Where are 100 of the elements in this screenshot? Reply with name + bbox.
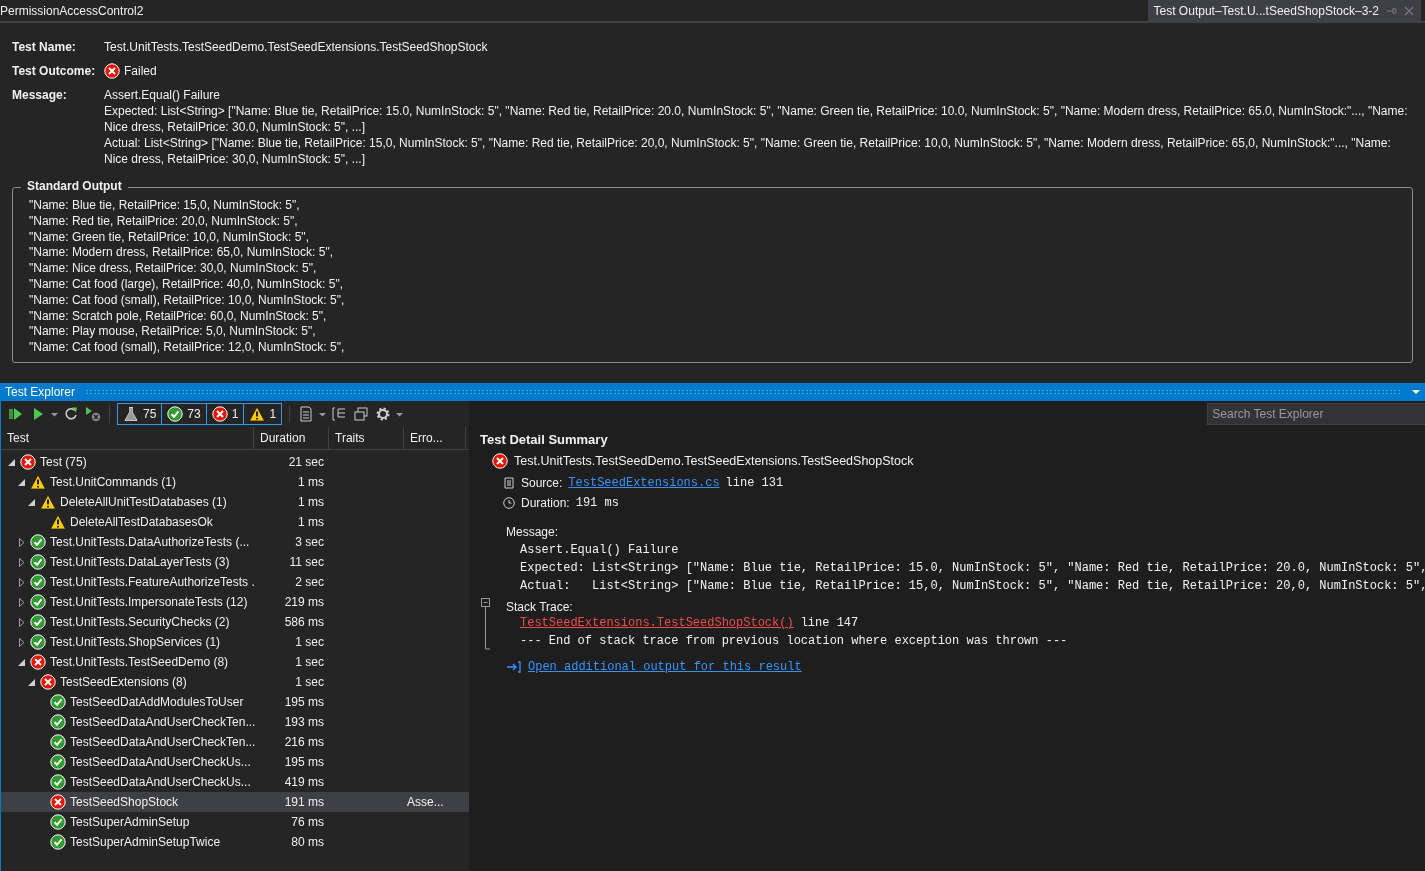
test-name: TestSeedExtensions (8) xyxy=(60,675,187,689)
collapsed-arrow-icon[interactable] xyxy=(17,577,26,587)
test-row[interactable]: TestSeedDataAndUserCheckTen... 193 ms xyxy=(1,712,469,732)
window-title: PermissionAccessControl2 xyxy=(0,3,144,18)
field-label: Message: xyxy=(12,87,68,104)
duration: 3 sec xyxy=(294,535,325,549)
field-label: Message: xyxy=(506,525,560,541)
duration: 586 ms xyxy=(283,615,325,629)
duration: 219 ms xyxy=(283,595,325,609)
dropdown-icon[interactable] xyxy=(1412,389,1420,395)
open-output-link[interactable]: Open additional output for this result xyxy=(528,660,802,674)
test-name: TestSeedDataAndUserCheckUs... xyxy=(70,755,251,769)
collapsed-arrow-icon[interactable] xyxy=(17,537,26,547)
message-line: Assert.Equal() Failure xyxy=(520,543,680,559)
test-row[interactable]: DeleteAllTestDatabasesOk 1 ms xyxy=(1,512,469,532)
duration: 419 ms xyxy=(283,775,325,789)
collapse-icon[interactable] xyxy=(481,598,491,650)
filter-counter[interactable]: 75 xyxy=(118,404,162,424)
duration: 2 sec xyxy=(294,575,325,589)
duration-value: 191 ms xyxy=(575,496,619,510)
flask-icon xyxy=(123,406,139,422)
expanded-arrow-icon[interactable] xyxy=(27,497,36,507)
document-icon xyxy=(503,477,515,489)
test-row[interactable]: DeleteAllUnitTestDatabases (1) 1 ms xyxy=(1,492,469,512)
test-name: Test.UnitTests.TestSeedDemo.TestSeedExtensions.TestSeedShopStock xyxy=(514,454,914,468)
test-row[interactable]: Test (75) 21 sec xyxy=(1,452,469,472)
expanded-arrow-icon[interactable] xyxy=(17,657,26,667)
duration: 1 sec xyxy=(294,655,325,669)
filter-counter[interactable]: 1 xyxy=(205,404,244,424)
column-header[interactable]: Erro... xyxy=(404,427,466,449)
filter-counter[interactable]: 73 xyxy=(161,404,206,424)
test-name: Test (75) xyxy=(40,455,87,469)
line-number: line 147 xyxy=(800,616,859,632)
search-field[interactable]: Search Test Explorer xyxy=(1207,403,1425,425)
output-line: "Name: Modern dress, RetailPrice: 65,0, NumInStock: 5", xyxy=(29,245,334,262)
test-name: TestSeedDataAndUserCheckTen... xyxy=(70,715,256,729)
test-name: Test.UnitTests.TestSeedDemo.TestSeedExtensions.TestSeedShopStock xyxy=(104,39,489,55)
collapsed-arrow-icon[interactable] xyxy=(17,557,26,567)
cancel-button[interactable] xyxy=(84,406,102,422)
test-row[interactable]: Test.UnitTests.DataLayerTests (3) 11 sec xyxy=(1,552,469,572)
column-header[interactable]: Traits xyxy=(329,427,404,449)
test-name: TestSuperAdminSetupTwice xyxy=(70,835,221,849)
check-icon xyxy=(167,406,184,422)
duration: 195 ms xyxy=(283,695,325,709)
stack-frame-link[interactable]: TestSeedExtensions.TestSeedShopStock() xyxy=(520,616,794,634)
test-row[interactable]: Test.UnitTests.ImpersonateTests (12) 219 ms xyxy=(1,592,469,612)
duration: 76 ms xyxy=(290,815,325,829)
test-name: Test.UnitTests.TestSeedDemo (8) xyxy=(50,655,229,669)
line-number: line 131 xyxy=(725,476,784,490)
expanded-arrow-icon[interactable] xyxy=(17,477,26,487)
test-name: Test.UnitTests.DataLayerTests (3) xyxy=(50,555,230,569)
test-name: TestSeedDataAndUserCheckTen... xyxy=(70,735,256,749)
test-name: TestSuperAdminSetup xyxy=(70,815,190,829)
test-row[interactable]: TestSeedExtensions (8) 1 sec xyxy=(1,672,469,692)
test-name: DeleteAllTestDatabasesOk xyxy=(70,515,213,529)
warning-icon xyxy=(249,406,266,422)
stack-note: --- End of stack trace from previous location where exception was thrown --- xyxy=(520,634,1068,650)
test-row[interactable]: Test.UnitTests.TestSeedDemo (8) 1 sec xyxy=(1,652,469,672)
test-row[interactable]: Test.UnitTests.SecurityChecks (2) 586 ms xyxy=(1,612,469,632)
output-line: "Name: Nice dress, RetailPrice: 30,0, NumInStock: 5", xyxy=(29,261,318,277)
collapsed-arrow-icon[interactable] xyxy=(17,597,26,607)
message-line: Actual: List<String> ["Name: Blue tie, RetailPrice: 15,0, NumInStock: 5", "Name: Red tie, RetailPrice: 20,0, NumInStock: 5", "Name: Green tie, RetailPrice: 10,0, NumInStock: 5", "Name: Modern dress, RetailPrice: 65,0, NumInStock:"..., "Name: Nice dress, RetailPrice: 30,0, NumInStock: 5", ...] xyxy=(104,135,1392,167)
test-row[interactable]: TestSuperAdminSetupTwice 80 ms xyxy=(1,832,469,852)
collapsed-arrow-icon[interactable] xyxy=(17,637,26,647)
duration: 1 sec xyxy=(294,635,325,649)
copy-button[interactable] xyxy=(352,406,371,422)
test-name: Test.UnitTests.ShopServices (1) xyxy=(50,635,221,649)
duration: 195 ms xyxy=(283,755,325,769)
output-line: "Name: Cat food (small), RetailPrice: 12,0, NumInStock: 5", xyxy=(29,340,346,356)
test-row[interactable]: TestSeedShopStock 191 ms Asse... xyxy=(1,792,469,812)
test-row[interactable]: Test.UnitTests.ShopServices (1) 1 sec xyxy=(1,632,469,652)
outcome-text: Failed xyxy=(124,63,157,79)
column-header[interactable]: Test xyxy=(1,427,254,449)
output-line: "Name: Play mouse, RetailPrice: 5,0, NumInStock: 5", xyxy=(29,324,317,341)
duration: 1 sec xyxy=(294,675,325,689)
test-row[interactable]: TestSeedDatAddModulesToUser 195 ms xyxy=(1,692,469,712)
test-row[interactable]: Test.UnitTests.DataAuthorizeTests (... 3 sec xyxy=(1,532,469,552)
message-line: Expected: List<String> ["Name: Blue tie, RetailPrice: 15.0, NumInStock: 5", "Name: Red tie, RetailPrice: 20.0, NumInStock: 5", xyxy=(520,561,1425,577)
source-link[interactable]: TestSeedExtensions.cs xyxy=(568,476,720,490)
duration: 1 ms xyxy=(297,475,325,489)
test-row[interactable]: Test.UnitCommands (1) 1 ms xyxy=(1,472,469,492)
panel-title: Standard Output xyxy=(21,179,128,193)
expanded-arrow-icon[interactable] xyxy=(27,677,36,687)
refresh-button[interactable] xyxy=(62,406,80,422)
test-name: TestSeedShopStock xyxy=(70,795,179,809)
test-row[interactable]: TestSuperAdminSetup 76 ms xyxy=(1,812,469,832)
column-header[interactable]: Duration xyxy=(254,427,329,449)
filter-counter[interactable]: 1 xyxy=(243,404,282,424)
test-row[interactable]: TestSeedDataAndUserCheckTen... 216 ms xyxy=(1,732,469,752)
expanded-arrow-icon[interactable] xyxy=(7,457,16,467)
duration: 1 ms xyxy=(297,495,325,509)
duration: 216 ms xyxy=(283,735,325,749)
test-row[interactable]: TestSeedDataAndUserCheckUs... 419 ms xyxy=(1,772,469,792)
output-line: "Name: Green tie, RetailPrice: 10,0, NumInStock: 5", xyxy=(29,229,310,246)
collapsed-arrow-icon[interactable] xyxy=(17,617,26,627)
message-line: Actual: List<String> ["Name: Blue tie, RetailPrice: 15,0, NumInStock: 5", "Name: Red tie, RetailPrice: 20,0, NumInStock: 5", xyxy=(520,579,1425,595)
test-row[interactable]: TestSeedDataAndUserCheckUs... 195 ms xyxy=(1,752,469,772)
test-row[interactable]: Test.UnitTests.FeatureAuthorizeTests . 2 sec xyxy=(1,572,469,592)
test-name: DeleteAllUnitTestDatabases (1) xyxy=(60,495,227,509)
clock-icon xyxy=(503,497,515,509)
